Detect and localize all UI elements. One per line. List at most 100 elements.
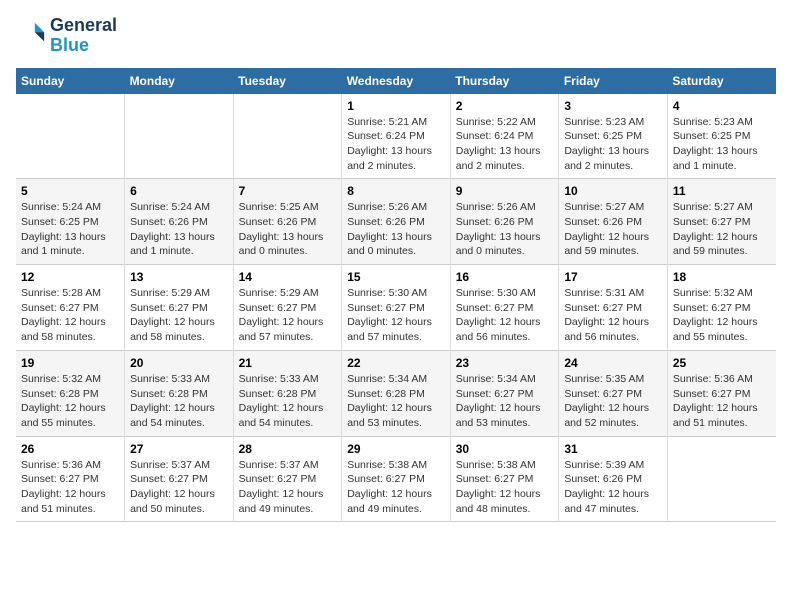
- calendar-body: 1Sunrise: 5:21 AM Sunset: 6:24 PM Daylig…: [16, 94, 776, 522]
- day-info: Sunrise: 5:27 AM Sunset: 6:26 PM Dayligh…: [564, 200, 662, 259]
- logo-line2: Blue: [50, 36, 117, 56]
- day-number: 9: [456, 184, 554, 198]
- calendar-cell: [233, 94, 342, 179]
- calendar-cell: 20Sunrise: 5:33 AM Sunset: 6:28 PM Dayli…: [125, 350, 234, 436]
- day-number: 30: [456, 442, 554, 456]
- calendar-cell: 6 Sunrise: 5:24 AM Sunset: 6:26 PM Daylig…: [125, 179, 234, 265]
- day-number: 26: [21, 442, 119, 456]
- calendar-week-row: 26Sunrise: 5:36 AM Sunset: 6:27 PM Dayli…: [16, 436, 776, 522]
- day-number: 27: [130, 442, 228, 456]
- day-info: Sunrise: 5:33 AM Sunset: 6:28 PM Dayligh…: [130, 372, 228, 431]
- calendar-cell: 31 Sunrise: 5:39 AM Sunset: 6:26 PM Dayli…: [559, 436, 668, 522]
- day-number: 8: [347, 184, 445, 198]
- calendar-cell: 12 Sunrise: 5:28 AM Sunset: 6:27 PM Dayli…: [16, 265, 125, 351]
- calendar-cell: 21 Sunrise: 5:33 AM Sunset: 6:28 PM Dayli…: [233, 350, 342, 436]
- calendar-cell: 10 Sunrise: 5:27 AM Sunset: 6:26 PM Dayli…: [559, 179, 668, 265]
- day-info: Sunrise: 5:27 AM Sunset: 6:27 PM Dayligh…: [673, 200, 771, 259]
- calendar-cell: [667, 436, 776, 522]
- page-header: General Blue: [16, 16, 776, 56]
- logo: General Blue: [16, 16, 117, 56]
- calendar-week-row: 1Sunrise: 5:21 AM Sunset: 6:24 PM Daylig…: [16, 94, 776, 179]
- day-info: Sunrise: 5:39 AM Sunset: 6:26 PM Dayligh…: [564, 458, 662, 517]
- day-info: Sunrise: 5:35 AM Sunset: 6:27 PM Dayligh…: [564, 372, 662, 431]
- day-number: 14: [239, 270, 337, 284]
- day-info: Sunrise: 5:28 AM Sunset: 6:27 PM Dayligh…: [21, 286, 119, 345]
- calendar-cell: 25Sunrise: 5:36 AM Sunset: 6:27 PM Dayli…: [667, 350, 776, 436]
- calendar-cell: 9 Sunrise: 5:26 AM Sunset: 6:26 PM Daylig…: [450, 179, 559, 265]
- day-number: 19: [21, 356, 119, 370]
- day-info: Sunrise: 5:38 AM Sunset: 6:27 PM Dayligh…: [456, 458, 554, 517]
- calendar-cell: 22Sunrise: 5:34 AM Sunset: 6:28 PM Dayli…: [342, 350, 451, 436]
- day-number: 10: [564, 184, 662, 198]
- day-number: 31: [564, 442, 662, 456]
- day-number: 15: [347, 270, 445, 284]
- calendar-cell: 13 Sunrise: 5:29 AM Sunset: 6:27 PM Dayli…: [125, 265, 234, 351]
- calendar-week-row: 19 Sunrise: 5:32 AM Sunset: 6:28 PM Dayli…: [16, 350, 776, 436]
- calendar-cell: 23Sunrise: 5:34 AM Sunset: 6:27 PM Dayli…: [450, 350, 559, 436]
- day-info: Sunrise: 5:26 AM Sunset: 6:26 PM Dayligh…: [347, 200, 445, 259]
- day-number: 11: [673, 184, 771, 198]
- day-number: 7: [239, 184, 337, 198]
- weekday-header-monday: Monday: [125, 68, 234, 94]
- calendar-cell: 17 Sunrise: 5:31 AM Sunset: 6:27 PM Dayli…: [559, 265, 668, 351]
- day-info: Sunrise: 5:29 AM Sunset: 6:27 PM Dayligh…: [130, 286, 228, 345]
- day-number: 22: [347, 356, 445, 370]
- day-number: 6: [130, 184, 228, 198]
- day-info: Sunrise: 5:30 AM Sunset: 6:27 PM Dayligh…: [456, 286, 554, 345]
- day-number: 3: [564, 99, 662, 113]
- calendar-cell: 16 Sunrise: 5:30 AM Sunset: 6:27 PM Dayli…: [450, 265, 559, 351]
- calendar-week-row: 12 Sunrise: 5:28 AM Sunset: 6:27 PM Dayli…: [16, 265, 776, 351]
- day-number: 13: [130, 270, 228, 284]
- day-info: Sunrise: 5:21 AM Sunset: 6:24 PM Dayligh…: [347, 115, 445, 174]
- day-number: 5: [21, 184, 119, 198]
- day-number: 23: [456, 356, 554, 370]
- calendar-cell: 14Sunrise: 5:29 AM Sunset: 6:27 PM Dayli…: [233, 265, 342, 351]
- day-info: Sunrise: 5:23 AM Sunset: 6:25 PM Dayligh…: [564, 115, 662, 174]
- calendar-table: SundayMondayTuesdayWednesdayThursdayFrid…: [16, 68, 776, 523]
- day-number: 16: [456, 270, 554, 284]
- calendar-cell: 19 Sunrise: 5:32 AM Sunset: 6:28 PM Dayli…: [16, 350, 125, 436]
- day-info: Sunrise: 5:24 AM Sunset: 6:26 PM Dayligh…: [130, 200, 228, 259]
- day-info: Sunrise: 5:38 AM Sunset: 6:27 PM Dayligh…: [347, 458, 445, 517]
- calendar-cell: 28 Sunrise: 5:37 AM Sunset: 6:27 PM Dayli…: [233, 436, 342, 522]
- calendar-cell: 26Sunrise: 5:36 AM Sunset: 6:27 PM Dayli…: [16, 436, 125, 522]
- day-info: Sunrise: 5:33 AM Sunset: 6:28 PM Dayligh…: [239, 372, 337, 431]
- calendar-cell: 1Sunrise: 5:21 AM Sunset: 6:24 PM Daylig…: [342, 94, 451, 179]
- calendar-cell: 30 Sunrise: 5:38 AM Sunset: 6:27 PM Dayli…: [450, 436, 559, 522]
- day-number: 18: [673, 270, 771, 284]
- calendar-week-row: 5 Sunrise: 5:24 AM Sunset: 6:25 PM Daylig…: [16, 179, 776, 265]
- day-number: 28: [239, 442, 337, 456]
- weekday-header-thursday: Thursday: [450, 68, 559, 94]
- day-number: 2: [456, 99, 554, 113]
- calendar-cell: [125, 94, 234, 179]
- day-info: Sunrise: 5:32 AM Sunset: 6:27 PM Dayligh…: [673, 286, 771, 345]
- day-number: 24: [564, 356, 662, 370]
- weekday-header-sunday: Sunday: [16, 68, 125, 94]
- day-number: 17: [564, 270, 662, 284]
- day-number: 29: [347, 442, 445, 456]
- weekday-header-friday: Friday: [559, 68, 668, 94]
- day-info: Sunrise: 5:37 AM Sunset: 6:27 PM Dayligh…: [130, 458, 228, 517]
- day-number: 12: [21, 270, 119, 284]
- weekday-header-wednesday: Wednesday: [342, 68, 451, 94]
- day-number: 25: [673, 356, 771, 370]
- calendar-cell: 18 Sunrise: 5:32 AM Sunset: 6:27 PM Dayli…: [667, 265, 776, 351]
- day-number: 21: [239, 356, 337, 370]
- day-info: Sunrise: 5:31 AM Sunset: 6:27 PM Dayligh…: [564, 286, 662, 345]
- calendar-cell: 11 Sunrise: 5:27 AM Sunset: 6:27 PM Dayli…: [667, 179, 776, 265]
- day-info: Sunrise: 5:25 AM Sunset: 6:26 PM Dayligh…: [239, 200, 337, 259]
- day-info: Sunrise: 5:24 AM Sunset: 6:25 PM Dayligh…: [21, 200, 119, 259]
- day-info: Sunrise: 5:30 AM Sunset: 6:27 PM Dayligh…: [347, 286, 445, 345]
- calendar-cell: 4Sunrise: 5:23 AM Sunset: 6:25 PM Daylig…: [667, 94, 776, 179]
- day-info: Sunrise: 5:32 AM Sunset: 6:28 PM Dayligh…: [21, 372, 119, 431]
- weekday-header-row: SundayMondayTuesdayWednesdayThursdayFrid…: [16, 68, 776, 94]
- calendar-cell: [16, 94, 125, 179]
- weekday-header-tuesday: Tuesday: [233, 68, 342, 94]
- calendar-cell: 8 Sunrise: 5:26 AM Sunset: 6:26 PM Daylig…: [342, 179, 451, 265]
- day-info: Sunrise: 5:26 AM Sunset: 6:26 PM Dayligh…: [456, 200, 554, 259]
- logo-icon: [18, 19, 46, 47]
- day-info: Sunrise: 5:37 AM Sunset: 6:27 PM Dayligh…: [239, 458, 337, 517]
- day-info: Sunrise: 5:22 AM Sunset: 6:24 PM Dayligh…: [456, 115, 554, 174]
- calendar-cell: 27 Sunrise: 5:37 AM Sunset: 6:27 PM Dayli…: [125, 436, 234, 522]
- calendar-cell: 3 Sunrise: 5:23 AM Sunset: 6:25 PM Daylig…: [559, 94, 668, 179]
